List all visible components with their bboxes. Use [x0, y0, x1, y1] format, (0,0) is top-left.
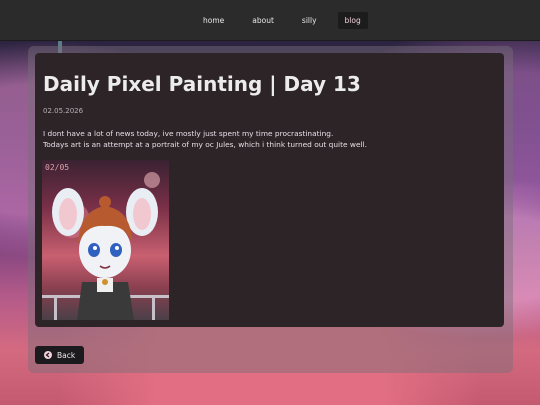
nav-item-home[interactable]: home	[196, 12, 231, 29]
top-navigation: home about silly blog	[0, 0, 540, 41]
back-button[interactable]: Back	[35, 346, 84, 364]
back-button-label: Back	[57, 350, 76, 360]
post-paragraph: I dont have a lot of news today, ive mos…	[43, 129, 334, 138]
nav-item-blog[interactable]: blog	[337, 12, 368, 29]
post-artwork-image: 02/05	[42, 160, 169, 320]
post-date: 02.05.2026	[43, 107, 84, 115]
nav-menu: home about silly blog	[196, 12, 382, 29]
post-title: Daily Pixel Painting | Day 13	[43, 72, 361, 96]
nav-item-silly[interactable]: silly	[295, 12, 324, 29]
post-body: I dont have a lot of news today, ive mos…	[43, 128, 473, 150]
portrait-artwork: 02/05	[42, 160, 169, 320]
nav-item-about[interactable]: about	[245, 12, 281, 29]
post-paragraph: Todays art is an attempt at a portrait o…	[43, 140, 367, 149]
artwork-date-watermark: 02/05	[45, 163, 69, 172]
arrow-left-circle-icon	[44, 351, 52, 359]
